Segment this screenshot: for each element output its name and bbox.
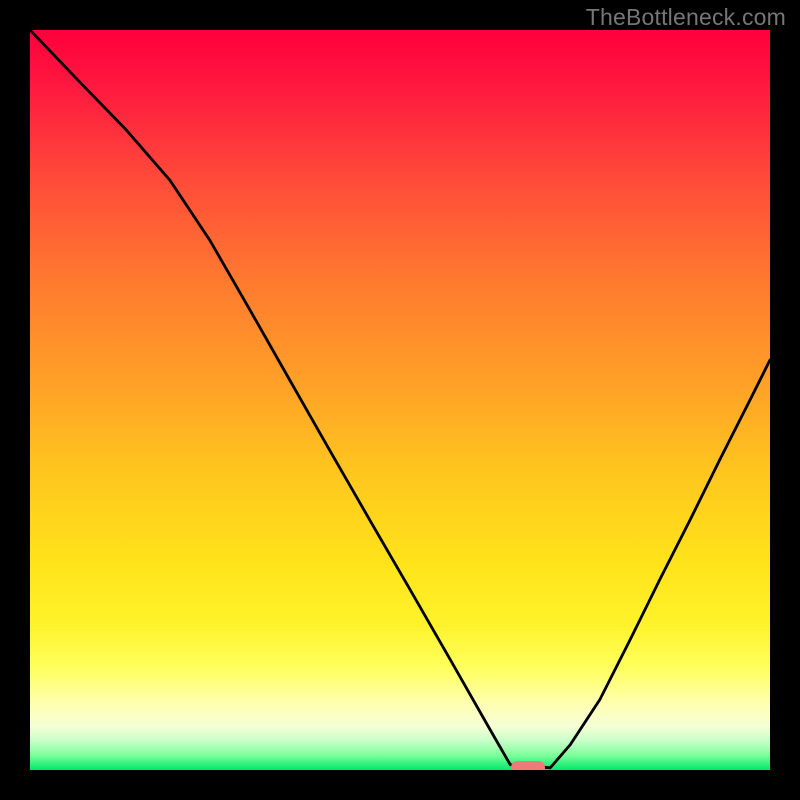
- optimum-marker: [511, 761, 546, 770]
- plot-area: [30, 30, 770, 770]
- chart-frame: TheBottleneck.com: [0, 0, 800, 800]
- bottleneck-curve: [30, 30, 770, 768]
- curve-layer: [30, 30, 770, 770]
- watermark-text: TheBottleneck.com: [586, 4, 786, 31]
